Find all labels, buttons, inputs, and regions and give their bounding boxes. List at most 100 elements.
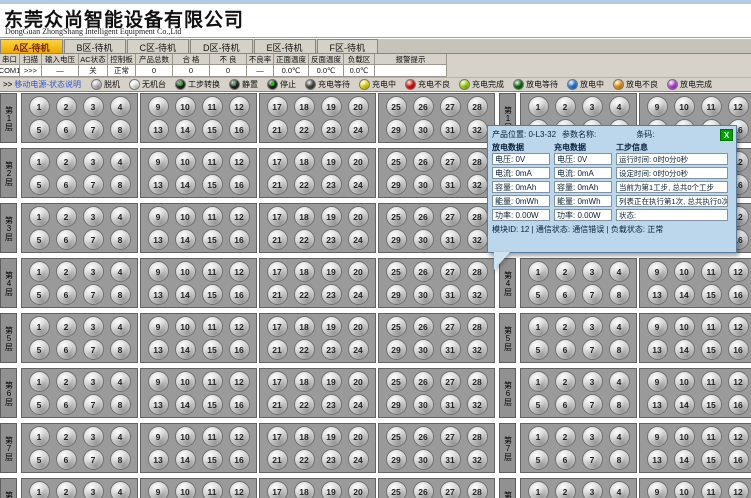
- cell[interactable]: 23: [321, 339, 342, 360]
- cell[interactable]: 1: [528, 371, 549, 392]
- cell[interactable]: 3: [582, 481, 603, 498]
- cell[interactable]: 10: [674, 261, 695, 282]
- cell[interactable]: 25: [386, 426, 407, 447]
- cell[interactable]: 7: [83, 449, 104, 470]
- cell[interactable]: 22: [294, 339, 315, 360]
- cell[interactable]: 16: [728, 449, 749, 470]
- cell[interactable]: 20: [348, 151, 369, 172]
- cell[interactable]: 8: [609, 394, 630, 415]
- cell[interactable]: 15: [202, 284, 223, 305]
- cell[interactable]: 19: [321, 481, 342, 498]
- cell[interactable]: 20: [348, 426, 369, 447]
- cell[interactable]: 32: [467, 229, 488, 250]
- cell[interactable]: 14: [175, 449, 196, 470]
- cell[interactable]: 12: [229, 96, 250, 117]
- cell[interactable]: 11: [202, 206, 223, 227]
- cell[interactable]: 25: [386, 261, 407, 282]
- cell[interactable]: 8: [110, 174, 131, 195]
- cell[interactable]: 7: [582, 339, 603, 360]
- cell[interactable]: 13: [148, 449, 169, 470]
- cell[interactable]: 5: [29, 119, 50, 140]
- cell[interactable]: 28: [467, 371, 488, 392]
- cell[interactable]: 18: [294, 206, 315, 227]
- cell[interactable]: 27: [440, 261, 461, 282]
- cell[interactable]: 14: [674, 394, 695, 415]
- cell[interactable]: 12: [728, 371, 749, 392]
- cell[interactable]: 15: [701, 339, 722, 360]
- cell[interactable]: 4: [110, 371, 131, 392]
- cell[interactable]: 16: [229, 339, 250, 360]
- cell[interactable]: 1: [528, 316, 549, 337]
- cell[interactable]: 31: [440, 119, 461, 140]
- cell[interactable]: 26: [413, 316, 434, 337]
- cell[interactable]: 26: [413, 96, 434, 117]
- cell[interactable]: 12: [728, 261, 749, 282]
- cell[interactable]: 27: [440, 206, 461, 227]
- cell[interactable]: 9: [148, 96, 169, 117]
- cell[interactable]: 10: [175, 206, 196, 227]
- cell[interactable]: 13: [647, 449, 668, 470]
- cell[interactable]: 3: [83, 371, 104, 392]
- cell[interactable]: 2: [56, 371, 77, 392]
- cell[interactable]: 29: [386, 394, 407, 415]
- cell[interactable]: 21: [267, 284, 288, 305]
- cell[interactable]: 22: [294, 284, 315, 305]
- cell[interactable]: 11: [202, 96, 223, 117]
- cell[interactable]: 11: [701, 481, 722, 498]
- cell[interactable]: 24: [348, 174, 369, 195]
- cell[interactable]: 20: [348, 96, 369, 117]
- cell[interactable]: 32: [467, 449, 488, 470]
- cell[interactable]: 5: [528, 339, 549, 360]
- cell[interactable]: 22: [294, 229, 315, 250]
- cell[interactable]: 19: [321, 96, 342, 117]
- cell[interactable]: 4: [609, 96, 630, 117]
- cell[interactable]: 5: [29, 284, 50, 305]
- cell[interactable]: 12: [229, 151, 250, 172]
- cell[interactable]: 1: [29, 316, 50, 337]
- cell[interactable]: 4: [110, 206, 131, 227]
- cell[interactable]: 25: [386, 371, 407, 392]
- cell[interactable]: 8: [110, 339, 131, 360]
- cell[interactable]: 24: [348, 229, 369, 250]
- cell[interactable]: 6: [56, 229, 77, 250]
- cell[interactable]: 9: [148, 261, 169, 282]
- cell[interactable]: 21: [267, 394, 288, 415]
- cell[interactable]: 26: [413, 206, 434, 227]
- cell[interactable]: 29: [386, 119, 407, 140]
- cell[interactable]: 25: [386, 151, 407, 172]
- cell[interactable]: 16: [229, 394, 250, 415]
- cell[interactable]: 1: [29, 261, 50, 282]
- cell[interactable]: 19: [321, 316, 342, 337]
- cell[interactable]: 19: [321, 206, 342, 227]
- cell[interactable]: 31: [440, 339, 461, 360]
- cell[interactable]: 17: [267, 426, 288, 447]
- cell[interactable]: 30: [413, 284, 434, 305]
- cell[interactable]: 13: [647, 284, 668, 305]
- cell[interactable]: 25: [386, 481, 407, 498]
- cell[interactable]: 6: [56, 394, 77, 415]
- cell[interactable]: 1: [29, 371, 50, 392]
- cell[interactable]: 3: [83, 261, 104, 282]
- cell[interactable]: 16: [229, 119, 250, 140]
- cell[interactable]: 12: [728, 96, 749, 117]
- cell[interactable]: 11: [202, 261, 223, 282]
- cell[interactable]: 31: [440, 394, 461, 415]
- cell[interactable]: 27: [440, 96, 461, 117]
- cell[interactable]: 6: [56, 174, 77, 195]
- cell[interactable]: 1: [29, 206, 50, 227]
- cell[interactable]: 3: [582, 316, 603, 337]
- tab-zone-4[interactable]: D区-待机: [190, 39, 253, 53]
- tab-zone-6[interactable]: F区-待机: [317, 39, 379, 53]
- cell[interactable]: 9: [148, 316, 169, 337]
- cell[interactable]: 6: [56, 284, 77, 305]
- cell[interactable]: 32: [467, 119, 488, 140]
- cell[interactable]: 11: [202, 151, 223, 172]
- cell[interactable]: 7: [582, 284, 603, 305]
- cell[interactable]: 11: [202, 426, 223, 447]
- cell[interactable]: 1: [528, 426, 549, 447]
- cell[interactable]: 19: [321, 151, 342, 172]
- cell[interactable]: 22: [294, 394, 315, 415]
- cell[interactable]: 8: [609, 449, 630, 470]
- cell[interactable]: 5: [29, 229, 50, 250]
- cell[interactable]: 13: [148, 119, 169, 140]
